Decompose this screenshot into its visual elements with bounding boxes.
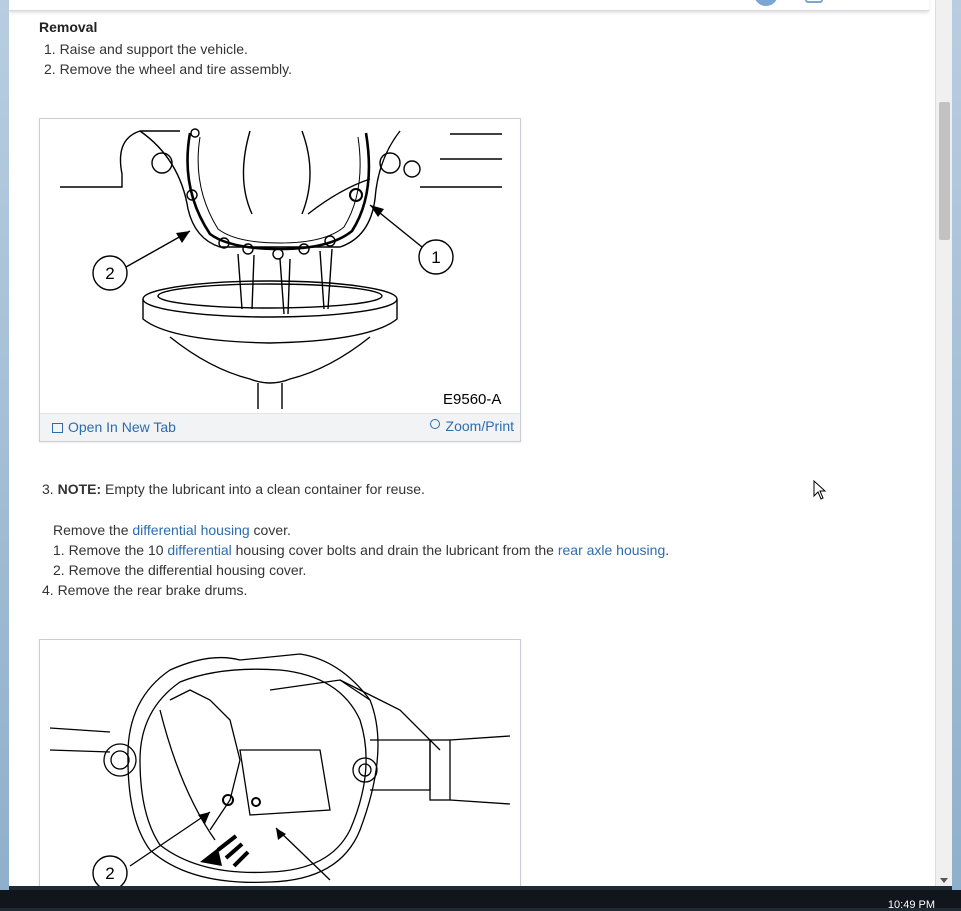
window-right-border [952, 0, 961, 890]
user-circle-button[interactable] [754, 0, 778, 6]
note-text: Empty the lubricant into a clean contain… [101, 481, 425, 497]
callout-1-label: 1 [431, 248, 440, 267]
figure-2: 2 [39, 639, 521, 886]
open-in-new-tab-icon [52, 423, 63, 434]
substep-2: 2. Remove the differential housing cover… [53, 562, 307, 578]
document-page: Removal 1. Raise and support the vehicle… [9, 0, 935, 886]
mouse-pointer-icon [813, 480, 827, 500]
remove-cover-line: Remove the differential housing cover. [53, 522, 291, 538]
figure-code: E9560-A [443, 391, 502, 408]
substep-1: 1. Remove the 10 differential housing co… [53, 542, 669, 558]
zoom-print-label: Zoom/Print [445, 418, 514, 434]
differential-link[interactable]: differential [167, 542, 231, 558]
magnifier-zoom-icon [429, 419, 440, 429]
open-in-new-tab-link[interactable]: Open In New Tab [52, 419, 176, 435]
scroll-down-arrow-icon[interactable] [940, 878, 948, 883]
scrollbar-thumb[interactable] [939, 102, 950, 240]
open-in-new-tab-label: Open In New Tab [68, 419, 176, 435]
callout-2-label: 2 [105, 264, 114, 283]
figure-1: 2 1 E9560-A Open In New Tab Zoom/Print [39, 118, 521, 442]
axle-differential-illustration: 2 [49, 653, 511, 886]
zoom-print-link[interactable]: Zoom/Print [429, 418, 514, 434]
substep-1-prefix: 1. Remove the 10 [53, 542, 168, 558]
vertical-scrollbar[interactable] [935, 0, 953, 886]
step-1: 1. Raise and support the vehicle. [44, 41, 248, 57]
figure-toolbar: Open In New Tab Zoom/Print [40, 413, 520, 441]
taskbar-clock: 10:49 PM [887, 899, 935, 911]
toolbar-square-icon[interactable] [805, 0, 823, 3]
top-toolbar [9, 0, 929, 11]
note-label: NOTE: [57, 481, 102, 497]
taskbar: 10:49 PM [0, 890, 961, 911]
step-4: 4. Remove the rear brake drums. [42, 582, 248, 598]
substep-1-end: . [665, 542, 670, 558]
remove-suffix: cover. [249, 522, 291, 538]
differential-housing-link[interactable]: differential housing [132, 522, 249, 538]
step-3-number: 3. [42, 481, 58, 497]
differential-cover-illustration: 2 1 [60, 128, 502, 409]
window-left-border [0, 0, 9, 890]
substep-1-mid: housing cover bolts and drain the lubric… [231, 542, 558, 558]
step-2: 2. Remove the wheel and tire assembly. [44, 61, 292, 77]
step-3: 3. NOTE: Empty the lubricant into a clea… [42, 481, 425, 497]
figure-2-callout-2-label: 2 [105, 864, 114, 883]
section-heading: Removal [39, 19, 98, 35]
rear-axle-housing-link[interactable]: rear axle housing [558, 542, 665, 558]
remove-prefix: Remove the [53, 522, 133, 538]
